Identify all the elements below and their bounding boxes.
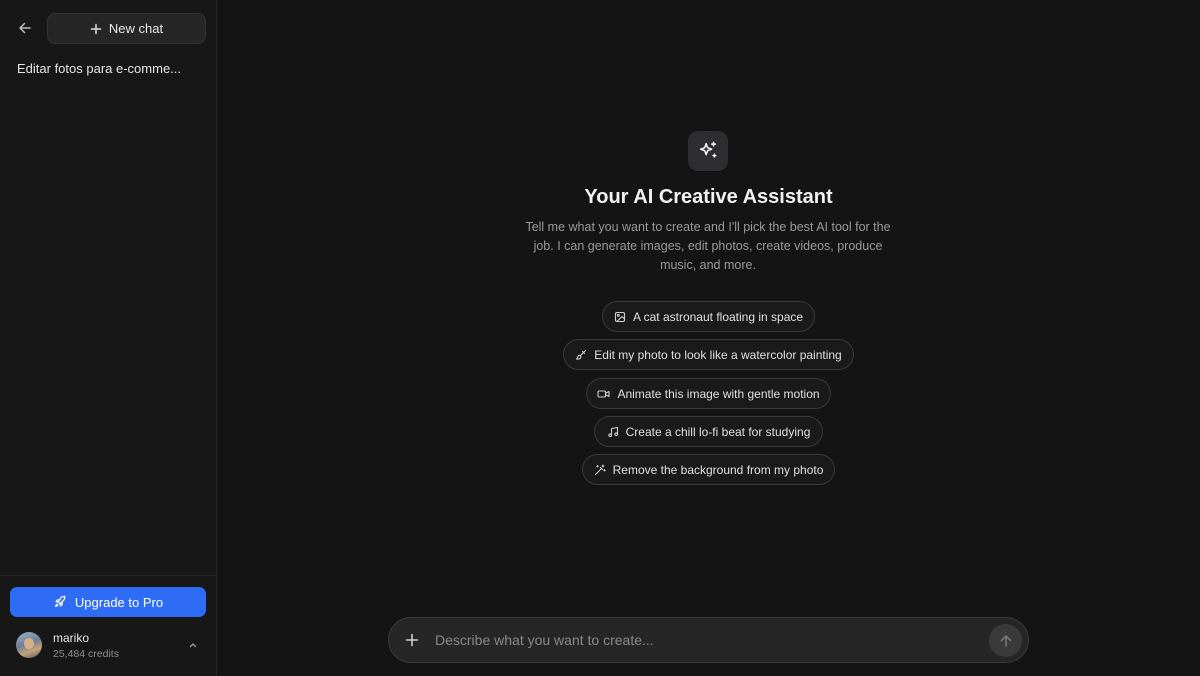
suggestion-chip-watercolor[interactable]: Edit my photo to look like a watercolor … (563, 339, 854, 370)
composer (388, 617, 1029, 663)
brush-icon (576, 349, 587, 360)
avatar (16, 632, 42, 658)
sparkles-icon (688, 131, 728, 171)
suggestion-chip-cat-astronaut[interactable]: A cat astronaut floating in space (602, 301, 815, 332)
new-chat-label: New chat (108, 21, 164, 36)
plus-icon (90, 23, 102, 34)
suggestion-chip-lofi-beat[interactable]: Create a chill lo-fi beat for studying (594, 416, 823, 447)
plus-icon (405, 633, 419, 647)
suggestion-label: A cat astronaut floating in space (632, 309, 804, 324)
suggestion-chip-animate[interactable]: Animate this image with gentle motion (586, 378, 831, 409)
arrow-left-icon (19, 22, 31, 34)
arrow-up-icon (1000, 634, 1011, 647)
page-title: Your AI Creative Assistant (584, 186, 833, 208)
suggestion-label: Create a chill lo-fi beat for studying (625, 424, 811, 439)
user-menu[interactable]: mariko 25,484 credits (16, 630, 206, 662)
sidebar: New chat Editar fotos para e-comme... Up… (0, 0, 217, 676)
send-button[interactable] (989, 624, 1022, 657)
back-button[interactable] (12, 16, 38, 40)
video-icon (597, 389, 610, 398)
sidebar-footer: Upgrade to Pro mariko 25,484 credits (0, 575, 216, 676)
rocket-icon (54, 595, 66, 607)
attach-button[interactable] (403, 631, 421, 649)
user-name: mariko (53, 631, 90, 645)
suggestion-label: Edit my photo to look like a watercolor … (594, 347, 842, 362)
upgrade-label: Upgrade to Pro (74, 594, 164, 610)
main-panel: Your AI Creative Assistant Tell me what … (217, 0, 1200, 676)
prompt-input[interactable] (435, 626, 975, 654)
image-icon (614, 311, 625, 322)
suggestion-chip-remove-background[interactable]: Remove the background from my photo (582, 454, 835, 485)
page-subtitle: Tell me what you want to create and I'll… (525, 220, 891, 272)
suggestion-label: Animate this image with gentle motion (617, 386, 820, 401)
suggestion-label: Remove the background from my photo (612, 462, 824, 477)
chevron-up-icon (186, 638, 200, 652)
music-icon (607, 426, 618, 437)
user-credits: 25,484 credits (53, 648, 119, 660)
new-chat-button[interactable]: New chat (47, 13, 206, 44)
magic-wand-icon (594, 463, 606, 475)
chat-history-item[interactable]: Editar fotos para e-comme... (17, 61, 202, 79)
upgrade-to-pro-button[interactable]: Upgrade to Pro (10, 587, 206, 617)
